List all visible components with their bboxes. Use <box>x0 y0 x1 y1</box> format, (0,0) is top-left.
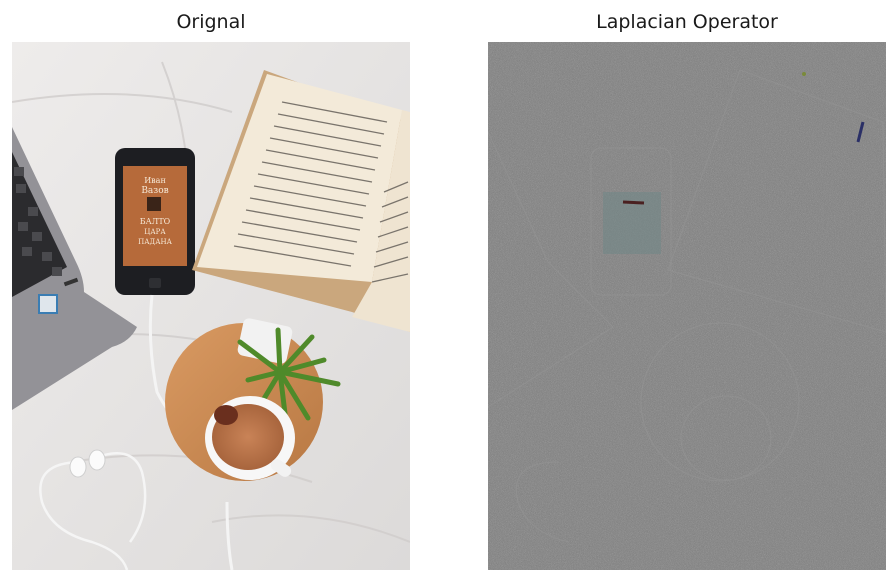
phone: Иван Вазов БАЛТО ЦАРА ПАДАНА <box>115 148 195 295</box>
edge-spot <box>622 200 645 205</box>
laplacian-title: Laplacian Operator <box>596 11 778 33</box>
original-image: Иван Вазов БАЛТО ЦАРА ПАДАНА <box>12 42 410 570</box>
book-cover-line: Вазов <box>141 186 168 196</box>
sticker-icon <box>38 294 58 314</box>
edge-spot <box>802 72 806 76</box>
laplacian-noise <box>488 42 886 570</box>
laplacian-image <box>488 42 886 570</box>
book-cover-line: ПАДАНА <box>138 238 173 246</box>
book-cover-line: Иван <box>144 176 166 185</box>
book-cover-line: БАЛТО <box>140 217 171 226</box>
original-title: Orignal <box>176 11 246 33</box>
book-cover-line: ЦАРА <box>144 228 166 236</box>
coffee-cup <box>205 396 295 480</box>
